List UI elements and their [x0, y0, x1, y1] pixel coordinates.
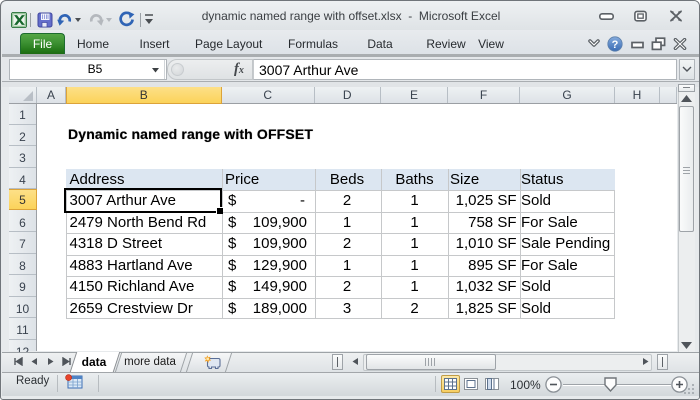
svg-text:?: ? — [612, 39, 619, 51]
